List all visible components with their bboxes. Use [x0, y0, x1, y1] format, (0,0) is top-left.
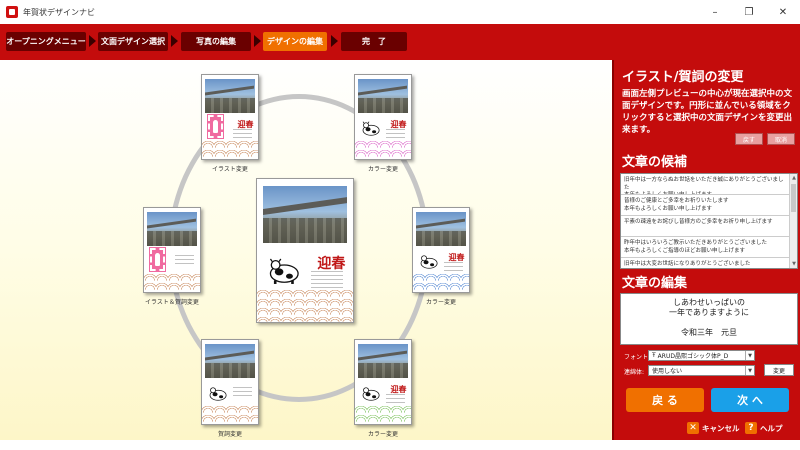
- card-text-lines: [175, 255, 195, 267]
- card-wave-pattern: [413, 271, 469, 292]
- font-value: ARUD晶熙ゴシック体P_D: [657, 353, 729, 360]
- heading-text-candidates: 文章の候補: [622, 155, 688, 170]
- card-photo: [416, 212, 466, 246]
- step-arrow-icon: [254, 35, 261, 47]
- cow-illustration-icon: [362, 387, 380, 401]
- step-arrow-icon: [171, 35, 178, 47]
- stamp-illustration-icon: [206, 114, 225, 139]
- caption-color-change-2: カラー変更: [425, 299, 456, 306]
- card-wave-pattern: [355, 138, 411, 159]
- step-arrow-icon: [331, 35, 338, 47]
- scroll-thumb[interactable]: [791, 184, 796, 212]
- window-bottom-edge: [0, 440, 800, 450]
- card-photo: [262, 186, 348, 244]
- caption-illust-change: イラスト変更: [212, 166, 248, 173]
- step-complete[interactable]: 完 了: [341, 32, 407, 51]
- design-option-illust-greeting-change[interactable]: [143, 207, 201, 293]
- caption-color-change-3: カラー変更: [367, 431, 398, 438]
- edit-line: 一年でありますように: [669, 308, 749, 317]
- app-icon: [6, 6, 18, 18]
- edit-line: しあわせいっぱいの: [673, 298, 745, 307]
- title-bar: 年賀状デザインナビ – ❐ ✕: [0, 0, 800, 24]
- heading-text-edit: 文章の編集: [622, 276, 688, 291]
- step-opening-menu[interactable]: オープニングメニュー: [6, 32, 86, 51]
- close-button[interactable]: ✕: [766, 0, 800, 24]
- step-photo-edit[interactable]: 写真の編集: [181, 32, 251, 51]
- window-controls: – ❐ ✕: [698, 0, 800, 24]
- list-item[interactable]: 皆様のご健康とご多幸をお祈りいたします 本年もよろしくお願い申し上げます: [621, 195, 797, 216]
- design-option-color-change-2[interactable]: 迎春: [412, 207, 470, 293]
- font-select[interactable]: Ŧ ARUD晶熙ゴシック体P_D ▼: [648, 350, 755, 361]
- card-wave-pattern: [202, 138, 258, 159]
- scroll-up-icon[interactable]: ▲: [790, 174, 797, 182]
- cow-illustration-icon: [209, 387, 227, 401]
- card-photo: [205, 79, 255, 113]
- cow-illustration-icon: [269, 258, 299, 284]
- card-text-lines: [233, 387, 253, 399]
- design-preview-area: 迎春 イラスト変更 迎春 カラー変更 イラスト＆賀詞変更 迎春 迎春 カラー変更…: [0, 60, 612, 440]
- help-label: ヘルプ: [760, 423, 783, 433]
- font-type-icon: Ŧ: [652, 352, 656, 359]
- chevron-down-icon: ▼: [745, 351, 754, 360]
- caption-greeting-change: 賀詞変更: [217, 431, 242, 438]
- revert-button[interactable]: 取消: [767, 133, 795, 145]
- list-item[interactable]: 旧年中は大変お世話になりありがとうございました 本年も相変わらずご指導のほどお願…: [621, 258, 797, 268]
- step-arrow-icon: [89, 35, 96, 47]
- list-item[interactable]: 昨年中はいろいろご教示いただきありがとうございました 本年もよろしくご指導のほど…: [621, 237, 797, 258]
- cow-illustration-icon: [362, 121, 380, 136]
- cow-illustration-icon: [420, 255, 438, 269]
- card-wave-pattern: [144, 271, 200, 292]
- change-button[interactable]: 変更: [764, 364, 794, 376]
- design-option-illust-change[interactable]: 迎春: [201, 74, 259, 160]
- minimize-button[interactable]: –: [698, 0, 732, 24]
- cancel-label: キャンセル: [702, 423, 740, 433]
- design-option-color-change-1[interactable]: 迎春: [354, 74, 412, 160]
- card-photo: [205, 344, 255, 378]
- current-design-card: 迎春: [256, 178, 354, 323]
- step-design-edit[interactable]: デザインの編集: [263, 32, 327, 51]
- card-wave-pattern: [355, 403, 411, 424]
- font-label: フォント:: [624, 354, 651, 361]
- card-wave-pattern: [202, 403, 258, 424]
- step-bar: オープニングメニュー 文面デザイン選択 写真の編集 デザインの編集 完 了: [0, 24, 800, 60]
- help-button[interactable]: ? ヘルプ: [745, 421, 783, 435]
- renmei-select[interactable]: 使用しない ▼: [648, 365, 755, 376]
- stamp-illustration-icon: [148, 247, 167, 272]
- edit-line: [621, 318, 797, 328]
- edit-line: 令和三年 元旦: [681, 328, 737, 337]
- scroll-down-icon[interactable]: ▼: [790, 260, 797, 268]
- candidates-scrollbar[interactable]: ▲ ▼: [789, 174, 797, 268]
- text-edit-area[interactable]: しあわせいっぱいの 一年でありますように 令和三年 元旦: [620, 293, 798, 345]
- renmei-label: 連綿体:: [624, 369, 645, 376]
- renmei-value: 使用しない: [652, 368, 683, 375]
- chevron-down-icon: ▼: [745, 366, 754, 375]
- card-photo: [358, 79, 408, 113]
- next-button[interactable]: 次 へ: [711, 388, 789, 412]
- card-photo: [147, 212, 197, 246]
- window-title: 年賀状デザインナビ: [23, 7, 95, 17]
- design-option-greeting-change[interactable]: [201, 339, 259, 425]
- close-x-icon: ✕: [687, 422, 699, 434]
- edit-panel: イラスト/賀詞の変更 画面左側プレビューの中心が現在選択中の文面デザインです。円…: [612, 60, 800, 440]
- candidates-list[interactable]: 旧年中は一方ならぬお世話をいただき誠にありがとうございました 本年もよろしくお願…: [620, 173, 798, 269]
- panel-description: 画面左側プレビューの中心が現在選択中の文面デザインです。円形に並んでいる領域をク…: [622, 89, 793, 135]
- caption-illust-greeting-change: イラスト＆賀詞変更: [145, 299, 199, 306]
- step-design-select[interactable]: 文面デザイン選択: [98, 32, 168, 51]
- list-item[interactable]: 平素の疎遠をお詫びし皆様方のご多幸をお祈り申し上げます: [621, 216, 797, 237]
- help-icon: ?: [745, 422, 757, 434]
- heading-illust-greeting: イラスト/賀詞の変更: [622, 70, 744, 85]
- undo-button[interactable]: 戻す: [735, 133, 763, 145]
- list-item[interactable]: 旧年中は一方ならぬお世話をいただき誠にありがとうございました 本年もよろしくお願…: [621, 174, 797, 195]
- caption-color-change-1: カラー変更: [367, 166, 398, 173]
- card-photo: [358, 344, 408, 378]
- restore-button[interactable]: ❐: [732, 0, 766, 24]
- card-wave-pattern: [257, 287, 353, 322]
- cancel-button[interactable]: ✕ キャンセル: [687, 421, 740, 435]
- design-option-color-change-3[interactable]: 迎春: [354, 339, 412, 425]
- back-button[interactable]: 戻 る: [626, 388, 704, 412]
